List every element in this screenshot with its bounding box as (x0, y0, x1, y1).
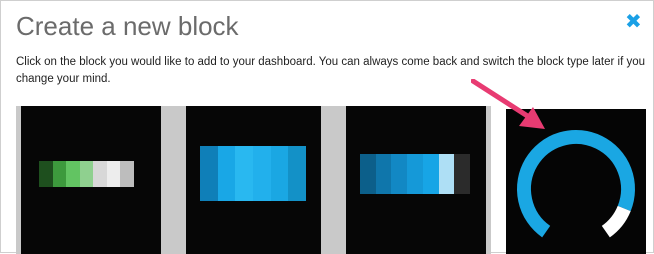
close-icon[interactable]: ✖ (625, 11, 642, 31)
block-option-gauge[interactable] (506, 109, 646, 254)
gauge-icon (517, 130, 635, 238)
progress-bar-icon (39, 161, 134, 187)
block-option-green-bar[interactable] (21, 106, 161, 254)
progress-bar-icon (360, 154, 470, 194)
create-block-dialog: Create a new block ✖ Click on the block … (0, 0, 654, 254)
dialog-title: Create a new block (16, 11, 239, 41)
progress-bar-icon (200, 146, 306, 201)
block-option-blue-bar[interactable] (186, 106, 321, 254)
block-gallery (16, 106, 491, 254)
block-option-thin-blue-bar[interactable] (346, 106, 486, 254)
dialog-instructions: Click on the block you would like to add… (16, 56, 646, 85)
